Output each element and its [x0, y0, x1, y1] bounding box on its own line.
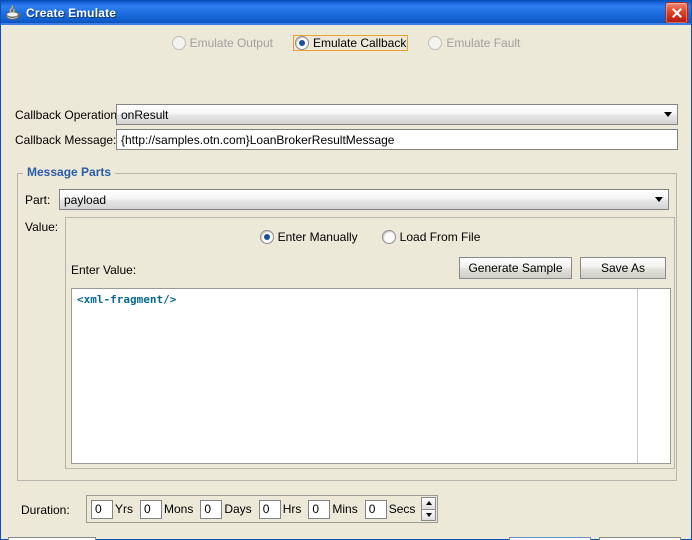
duration-unit-hrs: Hrs [282, 502, 302, 516]
duration-stepper[interactable] [421, 497, 437, 521]
part-dropdown[interactable]: payload [59, 189, 669, 210]
window-title: Create Emulate [26, 6, 117, 20]
callback-message-row: Callback Message: {http://samples.otn.co… [15, 129, 679, 150]
callback-operation-label: Callback Operation: [15, 107, 121, 122]
duration-input-mons[interactable]: 0 [140, 499, 162, 519]
part-row: Part: payload [25, 189, 673, 210]
radio-load-from-file[interactable]: Load From File [380, 229, 483, 245]
radio-label-emulate-callback: Emulate Callback [312, 36, 407, 50]
value-panel: Enter Manually Load From File Enter Valu… [65, 217, 675, 469]
radio-circle-emulate-output [171, 36, 186, 50]
generate-sample-button[interactable]: Generate Sample [459, 257, 572, 279]
radio-circle-load-from-file [381, 230, 396, 244]
radio-label-enter-manually: Enter Manually [277, 230, 358, 244]
create-emulate-dialog: Create Emulate Emulate Output Emulate Ca… [0, 0, 692, 540]
radio-circle-emulate-callback [294, 36, 309, 50]
radio-circle-enter-manually [259, 230, 274, 244]
duration-unit-secs: Secs [388, 502, 416, 516]
chevron-down-icon [650, 197, 668, 202]
title-bar: Create Emulate [1, 1, 691, 25]
duration-input-mins[interactable]: 0 [308, 499, 331, 519]
callback-operation-row: Callback Operation: onResult [15, 104, 679, 125]
duration-unit-mins: Mins [332, 502, 358, 516]
xml-value-text: <xml-fragment/> [77, 293, 177, 306]
radio-emulate-callback[interactable]: Emulate Callback [292, 35, 409, 51]
duration-input-yrs[interactable]: 0 [91, 499, 113, 519]
radio-enter-manually[interactable]: Enter Manually [258, 229, 360, 245]
radio-circle-emulate-fault [428, 36, 443, 50]
editor-margin-line [637, 289, 638, 463]
radio-emulate-fault[interactable]: Emulate Fault [426, 35, 522, 51]
part-value: payload [64, 192, 107, 207]
close-icon[interactable] [665, 2, 688, 24]
xml-value-editor[interactable]: <xml-fragment/> [71, 288, 671, 464]
radio-label-emulate-output: Emulate Output [189, 36, 273, 50]
message-parts-group-title: Message Parts [23, 165, 116, 179]
java-cup-icon [4, 4, 22, 22]
radio-label-load-from-file: Load From File [399, 230, 481, 244]
duration-input-hrs[interactable]: 0 [258, 499, 281, 519]
spinner-up-icon[interactable] [421, 497, 437, 509]
callback-message-label: Callback Message: [15, 132, 117, 147]
value-label: Value: [25, 220, 59, 234]
emulate-mode-group: Emulate Output Emulate Callback Emulate … [1, 35, 691, 51]
duration-label: Duration: [21, 503, 70, 517]
callback-operation-value: onResult [121, 107, 169, 122]
chevron-down-icon [659, 112, 677, 117]
duration-unit-mons: Mons [164, 502, 194, 516]
value-mode-group: Enter Manually Load From File [66, 229, 674, 245]
duration-unit-days: Days [224, 502, 252, 516]
radio-label-emulate-fault: Emulate Fault [446, 36, 521, 50]
spinner-down-icon[interactable] [421, 508, 437, 521]
callback-operation-dropdown[interactable]: onResult [116, 104, 678, 125]
duration-input-days[interactable]: 0 [200, 499, 223, 519]
duration-unit-yrs: Yrs [115, 502, 133, 516]
dialog-body: Emulate Output Emulate Callback Emulate … [1, 25, 691, 540]
enter-value-label: Enter Value: [71, 263, 137, 277]
save-as-button[interactable]: Save As [580, 257, 666, 279]
radio-emulate-output[interactable]: Emulate Output [170, 35, 275, 51]
callback-message-input[interactable]: {http://samples.otn.com}LoanBrokerResult… [116, 129, 678, 150]
part-label: Part: [25, 192, 51, 207]
duration-input-secs[interactable]: 0 [364, 499, 387, 519]
duration-spinner: 0 Yrs 0 Mons 0 Days 0 Hrs 0 Mins 0 Secs [86, 495, 439, 523]
